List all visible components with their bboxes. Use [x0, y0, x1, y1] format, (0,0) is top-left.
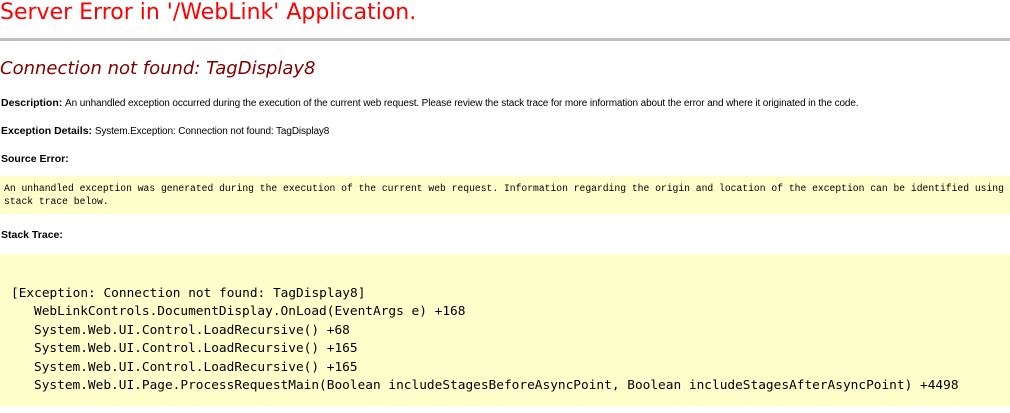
- stack-trace-section: Stack Trace:: [1, 228, 63, 243]
- stack-trace-text: [Exception: Connection not found: TagDis…: [11, 285, 959, 395]
- source-error-text: An unhandled exception was generated dur…: [4, 183, 1010, 207]
- stack-frame: System.Web.UI.Control.LoadRecursive() +1…: [34, 359, 358, 375]
- description-label: Description:: [1, 97, 63, 109]
- source-error-section: Source Error:: [1, 152, 69, 167]
- stack-trace-exception-line: [Exception: Connection not found: TagDis…: [11, 286, 366, 301]
- stack-trace-box: [Exception: Connection not found: TagDis…: [0, 254, 1010, 406]
- stack-frame: System.Web.UI.Page.ProcessRequestMain(Bo…: [34, 378, 959, 394]
- stack-frame: System.Web.UI.Control.LoadRecursive() +6…: [34, 322, 350, 338]
- source-error-label: Source Error:: [1, 153, 69, 165]
- description: Description: An unhandled exception occu…: [1, 96, 859, 111]
- error-heading: Connection not found: TagDisplay8: [0, 58, 316, 79]
- exception-details-label: Exception Details:: [1, 125, 93, 137]
- source-error-box: An unhandled exception was generated dur…: [0, 176, 1010, 214]
- app-title: Server Error in '/WebLink' Application.: [0, 0, 417, 25]
- stack-frame: WebLinkControls.DocumentDisplay.OnLoad(E…: [34, 304, 466, 320]
- title-divider: [0, 38, 1010, 41]
- description-text: An unhandled exception occurred during t…: [65, 98, 859, 109]
- exception-details-text: System.Exception: Connection not found: …: [94, 126, 330, 137]
- exception-details: Exception Details: System.Exception: Con…: [1, 124, 329, 139]
- stack-trace-label: Stack Trace:: [1, 229, 63, 241]
- stack-frame: System.Web.UI.Control.LoadRecursive() +1…: [34, 341, 358, 357]
